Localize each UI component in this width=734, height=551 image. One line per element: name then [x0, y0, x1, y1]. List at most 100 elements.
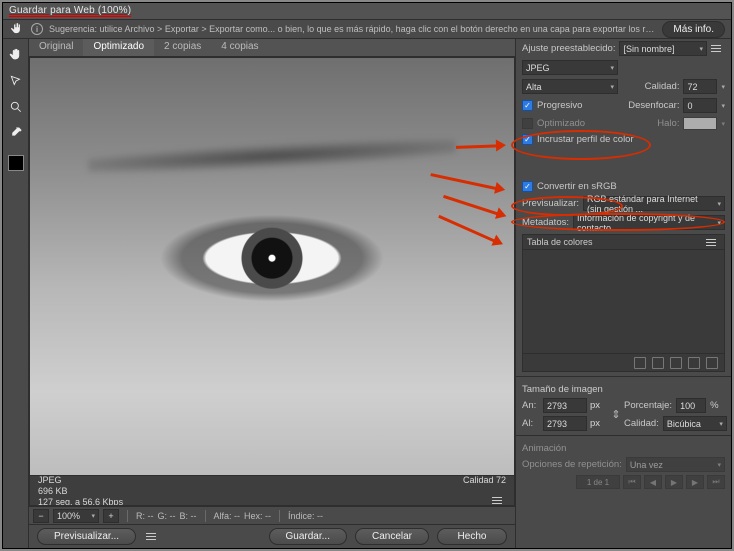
status-format: JPEG [38, 475, 62, 485]
tab-2up[interactable]: 2 copias [154, 39, 211, 56]
hand-tool-icon[interactable] [9, 21, 25, 37]
width-field[interactable]: 2793 [543, 398, 587, 413]
info-icon: i [31, 23, 43, 35]
settings-panel: Ajuste preestablecido: [Sin nombre]▾ JPE… [515, 39, 731, 548]
tab-4up[interactable]: 4 copias [211, 39, 268, 56]
status-menu-icon[interactable] [492, 497, 502, 507]
quality-label: Calidad: [645, 81, 680, 92]
format-select[interactable]: JPEG▾ [522, 60, 618, 75]
window-title: Guardar para Web (100%) [9, 5, 131, 17]
slice-select-tool[interactable] [6, 71, 26, 91]
hint-bar: i Sugerencia: utilice Archivo > Exportar… [3, 19, 731, 39]
status-download-time: 127 seg. a 56,6 Kbps [38, 497, 123, 507]
cancel-button[interactable]: Cancelar [355, 528, 429, 545]
resample-quality-label: Calidad: [624, 418, 659, 429]
readout-hex: Hex: -- [244, 511, 271, 521]
color-table-title: Tabla de colores [527, 237, 593, 247]
anim-play-icon: ▶ [665, 475, 683, 489]
tab-optimized[interactable]: Optimizado [83, 39, 154, 56]
anim-last-icon: ⏭ [707, 475, 725, 489]
titlebar: Guardar para Web (100%) [3, 3, 731, 19]
color-table-body [523, 250, 724, 353]
image-canvas[interactable] [30, 58, 514, 475]
optimized-checkbox[interactable]: ✓ [522, 118, 533, 129]
anim-prev-icon: ◀ [644, 475, 662, 489]
loop-select: Una vez▾ [626, 457, 725, 472]
preset-select[interactable]: [Sin nombre]▾ [619, 41, 707, 56]
progressive-label: Progresivo [537, 100, 582, 111]
blur-field[interactable]: 0 [683, 98, 717, 113]
convert-srgb-checkbox[interactable]: ✓ [522, 181, 533, 192]
zoom-out-button[interactable]: − [33, 509, 49, 523]
eyedropper-tool[interactable] [6, 123, 26, 143]
embed-profile-checkbox[interactable]: ✓ [522, 134, 533, 145]
zoom-field[interactable]: 100%▾ [53, 509, 99, 523]
preview-button[interactable]: Previsualizar... [37, 528, 136, 545]
animation-title: Animación [522, 440, 725, 457]
quality-field[interactable]: 72 [683, 79, 717, 94]
progressive-checkbox[interactable]: ✓ [522, 100, 533, 111]
width-unit: px [590, 400, 608, 411]
optimized-label: Optimizado [537, 118, 585, 129]
hand-tool[interactable] [6, 45, 26, 65]
height-label: Al: [522, 418, 540, 429]
readout-r: R: -- [136, 511, 154, 521]
anim-first-icon: ⏮ [623, 475, 641, 489]
height-field[interactable]: 2793 [543, 416, 587, 431]
ct-icon-2[interactable] [652, 357, 664, 369]
readout-b: B: -- [180, 511, 197, 521]
preview-status: JPEG Calidad 72 696 KB 127 seg. a 56,6 K… [30, 475, 514, 505]
eyedropper-color-swatch[interactable] [8, 155, 24, 171]
preview-tabs: Original Optimizado 2 copias 4 copias [29, 39, 515, 57]
more-info-button[interactable]: Más info. [662, 21, 725, 38]
loop-label: Opciones de repetición: [522, 459, 622, 470]
tool-strip [3, 39, 29, 548]
ct-icon-1[interactable] [634, 357, 646, 369]
percent-field[interactable]: 100 [676, 398, 706, 413]
height-unit: px [590, 418, 608, 429]
preview-menu-icon[interactable] [146, 533, 156, 540]
metadata-select[interactable]: Información de copyright y de contacto▾ [573, 215, 725, 230]
color-table-menu-icon[interactable] [706, 239, 716, 246]
preset-menu-icon[interactable] [711, 45, 721, 52]
embed-profile-label: Incrustar perfil de color [537, 134, 634, 145]
ct-icon-3[interactable] [670, 357, 682, 369]
readout-g: G: -- [158, 511, 176, 521]
tab-original[interactable]: Original [29, 39, 83, 56]
ct-trash-icon[interactable] [706, 357, 718, 369]
anim-next-icon: ▶ [686, 475, 704, 489]
percent-label: Porcentaje: [624, 400, 672, 411]
annotation-arrow-1 [456, 139, 506, 153]
convert-srgb-label: Convertir en sRGB [537, 181, 617, 192]
preset-label: Ajuste preestablecido: [522, 43, 615, 54]
status-filesize: 696 KB [38, 486, 68, 496]
readout-alpha: Alfa: -- [214, 511, 241, 521]
done-button[interactable]: Hecho [437, 528, 507, 545]
zoom-in-button[interactable]: + [103, 509, 119, 523]
matte-label: Halo: [657, 118, 679, 129]
metadata-label: Metadatos: [522, 217, 569, 228]
color-table: Tabla de colores [522, 234, 725, 372]
width-label: An: [522, 400, 540, 411]
preview-select-label: Previsualizar: [522, 198, 579, 209]
image-content [30, 58, 514, 475]
footer: Previsualizar... Guardar... Cancelar Hec… [29, 524, 515, 548]
zoom-bar: − 100%▾ + R: -- G: -- B: -- Alfa: -- Hex… [29, 506, 515, 524]
zoom-tool[interactable] [6, 97, 26, 117]
image-size-title: Tamaño de imagen [522, 381, 725, 398]
matte-color-swatch[interactable] [683, 117, 717, 130]
save-for-web-dialog: Guardar para Web (100%) i Sugerencia: ut… [2, 2, 732, 549]
quality-preset-select[interactable]: Alta▾ [522, 79, 618, 94]
quality-chevron-icon[interactable]: ▾ [721, 83, 725, 91]
preview-pane: JPEG Calidad 72 696 KB 127 seg. a 56,6 K… [29, 57, 515, 506]
link-dimensions-icon[interactable]: ⇕ [611, 408, 621, 421]
preview-select[interactable]: RGB estándar para Internet (sin gestión … [583, 196, 725, 211]
status-quality: Calidad 72 [463, 475, 506, 485]
hint-message: Sugerencia: utilice Archivo > Exportar >… [49, 24, 656, 34]
save-button[interactable]: Guardar... [269, 528, 347, 545]
blur-label: Desenfocar: [628, 100, 679, 111]
ct-icon-4[interactable] [688, 357, 700, 369]
frame-counter: 1 de 1 [576, 475, 620, 489]
resample-quality-select[interactable]: Bicúbica▾ [663, 416, 727, 431]
percent-sign: % [710, 400, 718, 411]
